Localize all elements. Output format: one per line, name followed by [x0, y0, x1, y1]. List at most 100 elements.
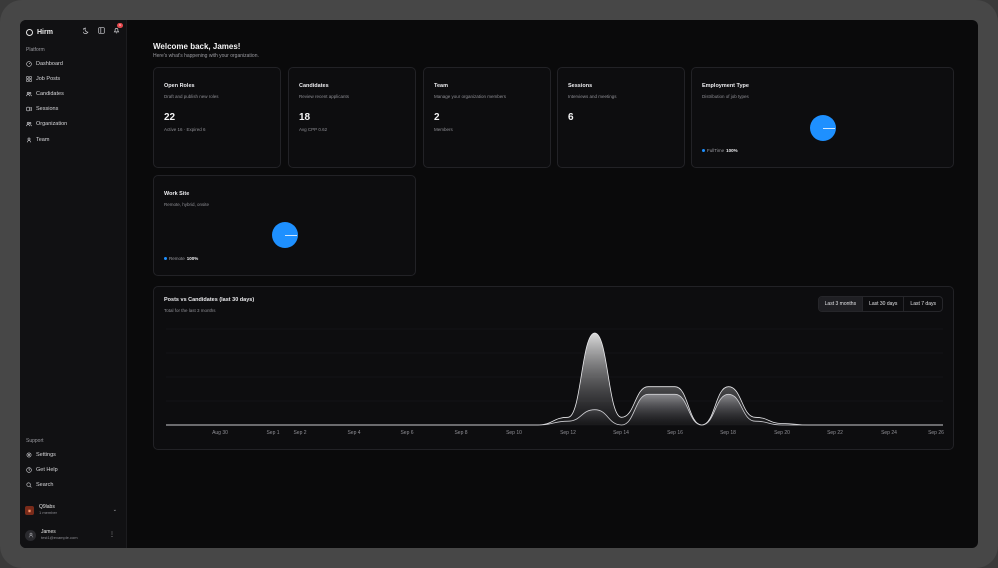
- card-value: 6: [568, 112, 574, 123]
- card-title: Sessions: [568, 83, 593, 89]
- card-value: 18: [299, 112, 311, 123]
- sidebar-item-label: Job Posts: [36, 75, 61, 82]
- users-icon: [26, 91, 32, 97]
- card-value: 2: [434, 112, 440, 123]
- dashboard-icon: [26, 60, 32, 67]
- app-window: Hirm 9 Platform Dashboard Job Posts Cand…: [20, 20, 978, 548]
- card-title: Candidates: [299, 83, 329, 89]
- open-roles-card[interactable]: Open Roles Draft and publish new roles 2…: [153, 67, 281, 168]
- bell-icon[interactable]: 9: [113, 23, 123, 34]
- notification-badge: 9: [117, 23, 123, 28]
- chart-title: Posts vs Candidates (last 30 days): [164, 297, 255, 303]
- page-subtitle: Here's what's happening with your organi…: [153, 53, 259, 59]
- brand-name: Hirm: [37, 28, 53, 36]
- card-title: Employment Type: [702, 83, 749, 89]
- sessions-icon: [26, 107, 32, 112]
- sidebar-item-candidates[interactable]: Candidates: [25, 86, 121, 101]
- sidebar-item-label: Candidates: [36, 90, 64, 97]
- x-tick-label: Sep 16: [667, 430, 683, 436]
- brand-logo-icon: [26, 28, 33, 36]
- sidebar-item-search[interactable]: Search: [25, 477, 121, 492]
- legend-value: 100%: [726, 148, 738, 153]
- card-subtitle: Distribution of job types: [702, 94, 749, 99]
- sidebar-toggle-icon[interactable]: [98, 27, 105, 34]
- main-content: Welcome back, James! Here's what's happe…: [127, 20, 978, 548]
- x-tick-label: Sep 6: [400, 430, 413, 436]
- sidebar-top-actions: 9: [83, 23, 123, 34]
- page-title: Welcome back, James!: [153, 42, 241, 51]
- card-value: 22: [164, 112, 176, 123]
- work-site-card: Work Site Remote, hybrid, onsite Remote …: [153, 175, 416, 276]
- x-tick-label: Sep 10: [506, 430, 522, 436]
- sidebar-item-label: Get Help: [36, 466, 58, 473]
- x-tick-label: Aug 30: [212, 430, 228, 436]
- chevron-down-icon: ⌄: [112, 507, 117, 513]
- users-icon: [26, 122, 32, 127]
- x-tick-label: Sep 24: [881, 430, 897, 436]
- sidebar-item-settings[interactable]: Settings: [25, 447, 121, 462]
- x-tick-label: Sep 12: [560, 430, 576, 436]
- grid-icon: [26, 76, 32, 82]
- moon-icon[interactable]: [83, 27, 90, 34]
- range-option-7-days[interactable]: Last 7 days: [903, 297, 942, 311]
- card-meta: Members: [434, 127, 453, 132]
- sidebar-item-label: Dashboard: [36, 60, 63, 67]
- sidebar-item-label: Team: [36, 136, 50, 143]
- org-switcher[interactable]: ◉ Q9labs 1 member ⌄: [25, 502, 121, 518]
- x-tick-label: Sep 1: [266, 430, 279, 436]
- legend-label: FullTime: [707, 148, 725, 153]
- card-meta: Active 16 · Expired 6: [164, 127, 206, 132]
- card-subtitle: Remote, hybrid, onsite: [164, 202, 210, 207]
- range-option-3-months[interactable]: Last 3 months: [818, 297, 863, 311]
- sidebar-item-label: Sessions: [36, 106, 59, 113]
- chart-subtitle: Total for the last 3 months: [164, 308, 216, 313]
- worksite-pie-slice[interactable]: [272, 222, 298, 248]
- card-meta: Avg CPP 0.62: [299, 127, 328, 132]
- chart-series: [166, 332, 943, 426]
- employment-pie-slice[interactable]: [810, 115, 836, 141]
- card-title: Open Roles: [164, 83, 195, 89]
- team-icon: [26, 137, 32, 143]
- sidebar-item-label: Search: [36, 481, 54, 488]
- card-subtitle: Interviews and meetings: [568, 94, 617, 99]
- more-vertical-icon[interactable]: ⋮: [109, 531, 115, 538]
- support-nav: Settings Get Help Search: [25, 447, 121, 493]
- sidebar-item-sessions[interactable]: Sessions: [25, 102, 121, 117]
- card-subtitle: Review recent applicants: [299, 94, 350, 99]
- sidebar: Hirm 9 Platform Dashboard Job Posts Cand…: [20, 20, 127, 548]
- x-tick-label: Sep 18: [720, 430, 736, 436]
- brand[interactable]: Hirm: [26, 26, 53, 38]
- card-subtitle: Draft and publish new roles: [164, 94, 219, 99]
- org-members: 1 member: [39, 510, 58, 515]
- sessions-card[interactable]: Sessions Interviews and meetings 6: [557, 67, 685, 168]
- range-selector: Last 3 months Last 30 days Last 7 days: [817, 296, 943, 312]
- sidebar-item-get-help[interactable]: Get Help: [25, 462, 121, 477]
- team-card[interactable]: Team Manage your organization members 2 …: [423, 67, 551, 168]
- user-email: test1@example.com: [41, 535, 78, 540]
- legend-value: 100%: [186, 256, 199, 261]
- sidebar-item-label: Organization: [36, 121, 68, 128]
- range-option-30-days[interactable]: Last 30 days: [862, 297, 903, 311]
- x-tick-label: Sep 22: [827, 430, 843, 436]
- x-tick-label: Sep 8: [454, 430, 467, 436]
- user-menu[interactable]: James test1@example.com ⋮: [25, 526, 121, 544]
- posts-vs-candidates-card: Posts vs Candidates (last 30 days) Total…: [153, 286, 954, 450]
- support-section-label: Support: [26, 438, 44, 444]
- candidates-card[interactable]: Candidates Review recent applicants 18 A…: [288, 67, 416, 168]
- posts-candidates-chart: Aug 30 Sep 1 Sep 2 Sep 4 Sep 6 Sep 8 Sep 10 Sep…: [166, 328, 944, 436]
- sidebar-item-team[interactable]: Team: [25, 132, 121, 147]
- sidebar-item-job-posts[interactable]: Job Posts: [25, 71, 121, 86]
- sidebar-item-dashboard[interactable]: Dashboard: [25, 56, 121, 71]
- sidebar-item-organization[interactable]: Organization: [25, 117, 121, 132]
- employment-legend: FullTime 100%: [702, 148, 738, 153]
- x-axis-ticks: Aug 30 Sep 1 Sep 2 Sep 4 Sep 6 Sep 8 Sep 10 Sep…: [212, 430, 944, 436]
- employment-type-card: Employment Type Distribution of job type…: [691, 67, 954, 168]
- avatar: [25, 529, 36, 541]
- legend-swatch: [702, 149, 705, 152]
- card-title: Team: [434, 83, 448, 89]
- gear-icon: [26, 452, 32, 457]
- card-title: Work Site: [164, 191, 190, 197]
- platform-nav: Dashboard Job Posts Candidates Sessions …: [25, 56, 121, 147]
- chart-grid: [166, 328, 943, 426]
- x-tick-label: Sep 4: [347, 430, 360, 436]
